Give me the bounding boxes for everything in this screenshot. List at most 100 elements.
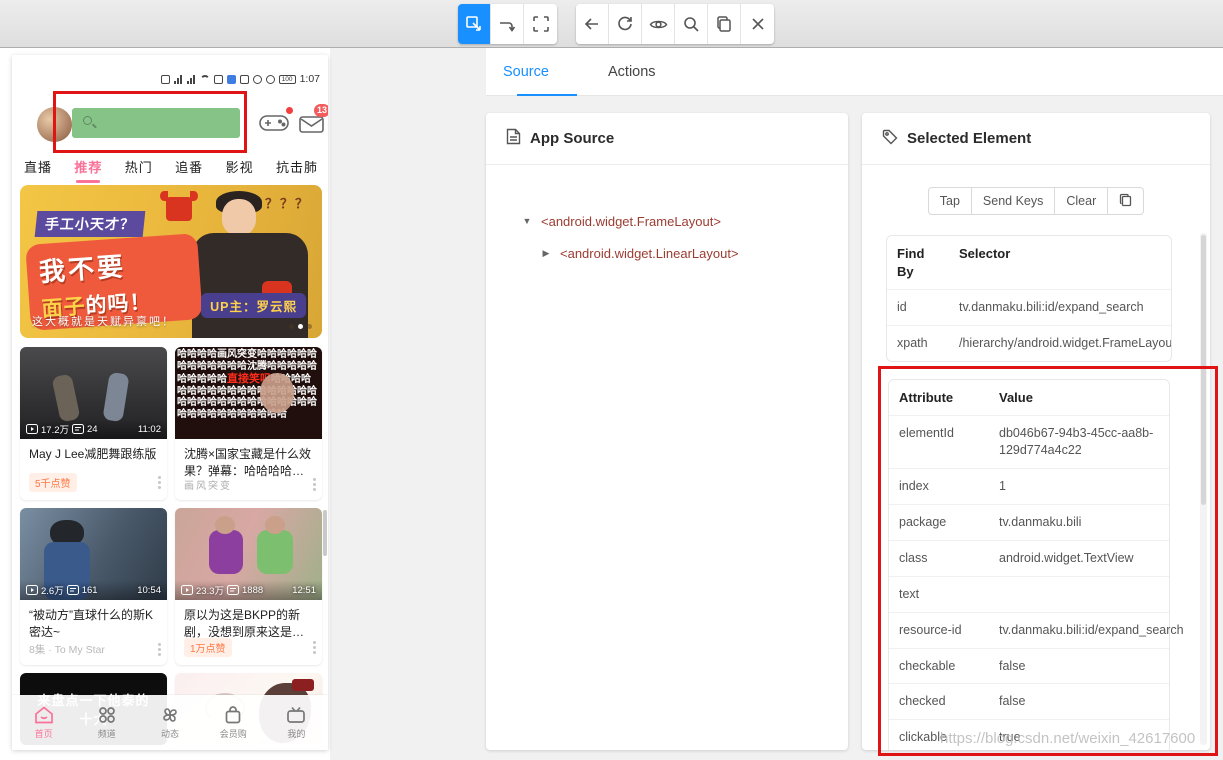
app-source-title: App Source xyxy=(530,130,614,147)
toggle-highlight-button[interactable] xyxy=(642,4,675,44)
attribute-row: elementId db046b67-94b3-45cc-aa8b-129d77… xyxy=(889,416,1169,469)
banner-carousel[interactable]: ？？？ 手工小天才？ 我不要 面子的吗！ UP主：罗云熙 这大概就是天赋异禀吧！ xyxy=(20,185,322,338)
tab-source[interactable]: Source xyxy=(503,48,549,96)
nav-shop[interactable]: 会员购 xyxy=(202,695,265,750)
more-options-icon[interactable] xyxy=(313,646,316,649)
tab-covid[interactable]: 抗击肺 xyxy=(276,157,318,176)
locator-row-id[interactable]: id tv.danmaku.bili:id/expand_search xyxy=(887,290,1171,326)
select-element-icon xyxy=(465,15,483,33)
video-duration: 10:54 xyxy=(137,585,161,596)
tab-recommend[interactable]: 推荐 xyxy=(74,157,102,176)
close-button[interactable] xyxy=(741,4,774,44)
nav-channels[interactable]: 频道 xyxy=(75,695,138,750)
locator-row-xpath[interactable]: xpath /hierarchy/android.widget.FrameLay… xyxy=(887,326,1171,361)
video-card[interactable]: 23.3万 1888 12:51 原以为这是BKPP的新剧，没想到原来这是一部超… xyxy=(175,508,322,665)
video-card[interactable]: 2.6万 161 10:54 “被动方”直球什么的斯K密达~ 8集 · To M… xyxy=(20,508,167,665)
video-stats: 17.2万 24 11:02 xyxy=(20,419,167,439)
video-title: May J Lee减肥舞跟练版 xyxy=(20,439,167,463)
signal-icon xyxy=(174,75,183,84)
video-duration: 11:02 xyxy=(138,424,161,435)
clear-button[interactable]: Clear xyxy=(1055,187,1108,215)
play-count-icon xyxy=(26,424,38,434)
phone-status-bar: 100 1:07 xyxy=(12,71,320,87)
attribute-row: package tv.danmaku.bili xyxy=(889,505,1169,541)
tree-node-linearlayout[interactable]: ▶ <android.widget.LinearLayout> xyxy=(486,237,848,269)
search-icon xyxy=(682,15,700,33)
panel-scrollbar[interactable] xyxy=(1200,233,1207,745)
caret-expanded-icon[interactable]: ▼ xyxy=(522,216,532,226)
attribute-value: false xyxy=(989,684,1169,719)
video-tag: 画风突变 xyxy=(184,477,232,492)
close-icon xyxy=(750,16,766,32)
nav-moments[interactable]: 动态 xyxy=(138,695,201,750)
banner-question-marks: ？？？ xyxy=(265,193,310,212)
battery-icon: 100 xyxy=(279,75,296,84)
danmaku-count-icon xyxy=(72,424,84,434)
profile-avatar[interactable] xyxy=(37,107,72,142)
hd-icon xyxy=(161,75,170,84)
more-options-icon[interactable] xyxy=(158,648,161,651)
banner-badge-text: 手工小天才？ xyxy=(35,211,146,237)
send-keys-button[interactable]: Send Keys xyxy=(972,187,1055,215)
inspector-tab-strip: Source Actions xyxy=(486,48,1223,96)
tap-button[interactable]: Tap xyxy=(928,187,972,215)
value-header: Value xyxy=(989,380,1169,416)
copy-attributes-button[interactable] xyxy=(1108,187,1144,215)
tab-movies[interactable]: 影视 xyxy=(226,157,254,176)
find-by-header: Find By xyxy=(887,236,949,289)
nav-label: 动态 xyxy=(161,727,179,740)
nav-label: 首页 xyxy=(35,727,53,740)
message-count: 13 xyxy=(317,105,327,115)
signal-icon xyxy=(187,75,196,84)
back-button[interactable] xyxy=(576,4,609,44)
attribute-name: checkable xyxy=(889,649,989,684)
device-screenshot[interactable]: 100 1:07 13 xyxy=(12,55,328,750)
nav-label: 频道 xyxy=(98,727,116,740)
screenshot-scrollbar-thumb[interactable] xyxy=(323,510,327,556)
tab-actions[interactable]: Actions xyxy=(608,48,656,96)
video-thumbnail: 哈哈哈哈画风突变哈哈哈哈哈哈哈哈哈哈哈哈哈沈腾哈哈哈哈哈哈哈哈哈哈直接笑吗哈哈哈… xyxy=(175,347,322,439)
locator-table-header: Find By Selector xyxy=(887,236,1171,290)
game-center-button[interactable] xyxy=(258,111,290,140)
more-options-icon[interactable] xyxy=(158,481,161,484)
tab-bangumi[interactable]: 追番 xyxy=(175,157,203,176)
more-options-icon[interactable] xyxy=(313,483,316,486)
tree-node-framelayout[interactable]: ▼ <android.widget.FrameLayout> xyxy=(486,205,848,237)
screenshot-region-button[interactable] xyxy=(524,4,557,44)
video-card[interactable]: 17.2万 24 11:02 May J Lee减肥舞跟练版 5千点赞 xyxy=(20,347,167,500)
category-tabs: 直播 推荐 热门 追番 影视 抗击肺 xyxy=(24,157,318,176)
attribute-value: 1 xyxy=(989,469,1169,504)
copy-source-button[interactable] xyxy=(708,4,741,44)
wifi-icon xyxy=(200,75,210,83)
video-card[interactable]: 哈哈哈哈画风突变哈哈哈哈哈哈哈哈哈哈哈哈哈沈腾哈哈哈哈哈哈哈哈哈哈直接笑吗哈哈哈… xyxy=(175,347,322,500)
source-tree: ▼ <android.widget.FrameLayout> ▶ <androi… xyxy=(486,165,848,269)
refresh-button[interactable] xyxy=(609,4,642,44)
search-bar-highlighted[interactable] xyxy=(72,108,240,138)
panel-scrollbar-thumb[interactable] xyxy=(1201,235,1206,505)
tab-live[interactable]: 直播 xyxy=(24,157,52,176)
tab-hot[interactable]: 热门 xyxy=(125,157,153,176)
selected-element-title: Selected Element xyxy=(907,130,1031,147)
search-button[interactable] xyxy=(675,4,708,44)
home-icon xyxy=(33,705,55,725)
app-source-header: App Source xyxy=(486,113,848,165)
back-icon xyxy=(583,15,601,33)
attribute-row: resource-id tv.danmaku.bili:id/expand_se… xyxy=(889,613,1169,649)
nav-mine[interactable]: 我的 xyxy=(265,695,328,750)
attribute-name: elementId xyxy=(889,416,989,468)
attribute-row: class android.widget.TextView xyxy=(889,541,1169,577)
swipe-button[interactable] xyxy=(491,4,524,44)
refresh-icon xyxy=(616,15,634,33)
danmaku-count-icon xyxy=(67,585,79,595)
series-subtitle: 8集 · To My Star xyxy=(29,642,105,657)
top-toolbar xyxy=(0,0,1223,48)
nav-home[interactable]: 首页 xyxy=(12,695,75,750)
select-element-button[interactable] xyxy=(458,4,491,44)
attribute-value: tv.danmaku.bili xyxy=(989,505,1169,540)
messages-button[interactable]: 13 xyxy=(298,114,325,140)
attribute-row: checked false xyxy=(889,684,1169,720)
bull-papercut-shape xyxy=(166,197,192,221)
caret-collapsed-icon[interactable]: ▶ xyxy=(541,248,551,259)
video-title: 原以为这是BKPP的新剧，没想到原来这是一部超超... xyxy=(175,600,322,642)
battery-level: 100 xyxy=(282,76,293,83)
